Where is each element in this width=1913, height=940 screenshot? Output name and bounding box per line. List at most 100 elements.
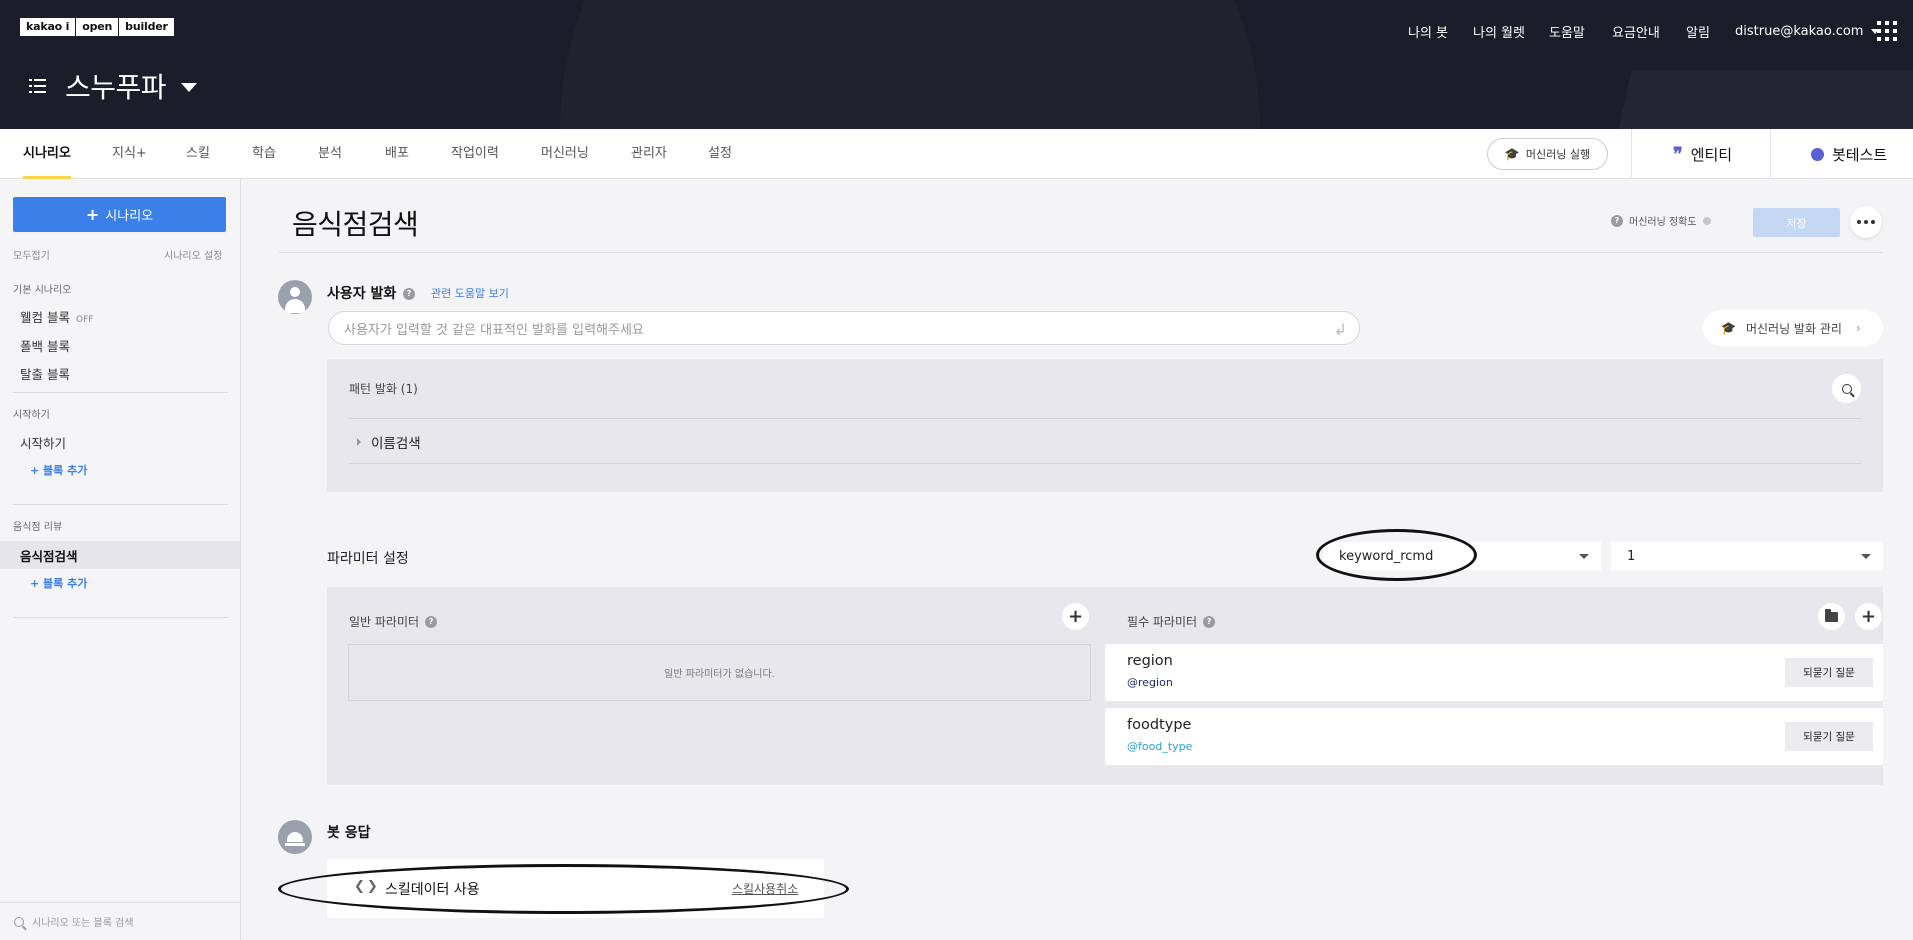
divider: [1631, 129, 1632, 179]
list-menu-icon[interactable]: [29, 79, 46, 93]
tab-admin[interactable]: 관리자: [631, 129, 667, 179]
quote-icon: ❞: [1673, 143, 1683, 165]
plus-icon: +: [1067, 606, 1084, 627]
pattern-utterance-title: 패턴 발화 (1): [349, 382, 418, 396]
tab-scenario[interactable]: 시나리오: [23, 129, 71, 179]
entity-label: 엔티티: [1690, 145, 1733, 164]
graduation-cap-icon: 🎓: [1721, 321, 1736, 335]
block-item-restaurant-search[interactable]: 음식점검색: [20, 546, 78, 565]
apps-grid-icon[interactable]: [1877, 21, 1897, 41]
tab-analytics[interactable]: 분석: [318, 129, 342, 179]
nav-help[interactable]: 도움말: [1549, 21, 1585, 41]
collapse-all-link[interactable]: 모두접기: [13, 247, 50, 262]
tab-knowledge-plus[interactable]: 지식+: [112, 129, 147, 179]
tab-settings[interactable]: 설정: [708, 129, 732, 179]
help-icon[interactable]: ?: [1611, 214, 1623, 227]
scenario-group-title[interactable]: 음식점 리뷰: [13, 518, 62, 533]
utterance-input-placeholder: 사용자가 입력할 것 같은 대표적인 발화를 입력해주세요: [344, 322, 644, 338]
nav-help-label[interactable]: 도움말: [1549, 22, 1585, 41]
load-param-folder-button[interactable]: [1818, 603, 1845, 630]
scenario-group-title[interactable]: 시작하기: [13, 406, 50, 421]
general-param-header: 일반 파라미터 ?: [349, 613, 438, 630]
nav-my-bot[interactable]: 나의 봇: [1408, 21, 1448, 41]
enter-icon[interactable]: ↲: [1334, 320, 1347, 339]
block-title[interactable]: 음식점검색: [292, 203, 419, 243]
tab-training[interactable]: 학습: [252, 129, 276, 179]
bot-test-button[interactable]: 봇테스트: [1811, 129, 1887, 179]
chat-bubble-icon: [1811, 147, 1824, 161]
add-scenario-button[interactable]: + 시나리오: [13, 197, 226, 232]
add-general-param-button[interactable]: +: [1062, 603, 1089, 630]
scenario-sidebar: + 시나리오 모두접기 시나리오 설정 기본 시나리오 웰컴 블록 OFF 폴백 …: [0, 179, 241, 940]
help-icon[interactable]: ?: [403, 288, 415, 300]
divider: [349, 463, 1861, 464]
block-item-exit[interactable]: 탈출 블록: [20, 364, 70, 383]
related-help-link[interactable]: 관련 도움말 보기: [431, 285, 509, 301]
kakao-open-builder-logo[interactable]: kakao i open builder: [20, 18, 174, 36]
general-param-label: 일반 파라미터: [349, 615, 420, 629]
pattern-utterance-text: 이름검색: [371, 436, 421, 452]
bot-switch-caret-icon[interactable]: [181, 83, 197, 92]
ml-run-button[interactable]: 🎓 머신러닝 실행: [1487, 138, 1608, 170]
required-param-label: 필수 파라미터: [1127, 615, 1198, 629]
reask-question-button[interactable]: 되묻기 질문: [1785, 722, 1873, 751]
user-avatar-icon: [278, 280, 312, 314]
nav-my-wallet-label[interactable]: 나의 월렛: [1473, 22, 1525, 41]
nav-pricing-label[interactable]: 요금안내: [1612, 22, 1660, 41]
more-options-button[interactable]: [1850, 206, 1882, 238]
help-icon[interactable]: ?: [425, 615, 438, 628]
required-param-row[interactable]: foodtype @food_type 되묻기 질문: [1105, 708, 1883, 765]
nav-notifications[interactable]: 알림: [1686, 21, 1710, 41]
ml-accuracy-indicator: ? 머신러닝 정확도: [1611, 213, 1711, 228]
tab-deploy[interactable]: 배포: [385, 129, 409, 179]
param-entity: @region: [1127, 676, 1173, 689]
param-settings-title: 파라미터 설정: [327, 551, 409, 567]
block-item-label: 웰컴 블록: [20, 310, 70, 325]
chevron-right-icon: ›: [1855, 321, 1861, 335]
pattern-utterance-item[interactable]: 이름검색: [349, 432, 421, 452]
off-badge: OFF: [75, 315, 94, 325]
nav-my-wallet[interactable]: 나의 월렛: [1473, 21, 1525, 41]
bot-avatar-icon: [278, 820, 312, 854]
header-decoration: [1588, 70, 1913, 129]
nav-pricing[interactable]: 요금안내: [1612, 21, 1660, 41]
user-email[interactable]: distrue@kakao.com: [1735, 24, 1863, 39]
sidebar-search-placeholder: 시나리오 또는 블록 검색: [32, 918, 134, 929]
add-required-param-button[interactable]: +: [1855, 603, 1882, 630]
skill-version-select[interactable]: 1: [1611, 542, 1883, 570]
pattern-search-button[interactable]: [1832, 374, 1861, 403]
plus-icon: +: [1860, 606, 1877, 627]
bot-name[interactable]: 스누푸파: [65, 66, 167, 106]
logo-part: builder: [125, 20, 168, 33]
caret-down-icon: [1861, 554, 1871, 559]
save-button[interactable]: 저장: [1753, 208, 1840, 237]
add-block-link[interactable]: + 블록 추가: [30, 575, 87, 591]
block-item-start[interactable]: 시작하기: [20, 433, 66, 452]
tab-machine-learning[interactable]: 머신러닝: [541, 129, 589, 179]
reask-question-button[interactable]: 되묻기 질문: [1785, 658, 1873, 687]
block-item-welcome[interactable]: 웰컴 블록 OFF: [20, 307, 93, 326]
nav-notifications-label[interactable]: 알림: [1686, 22, 1710, 41]
utterance-input[interactable]: 사용자가 입력할 것 같은 대표적인 발화를 입력해주세요 ↲: [328, 311, 1360, 345]
logo-part: open: [76, 18, 120, 36]
tab-history[interactable]: 작업이력: [451, 129, 499, 179]
divider: [13, 392, 228, 393]
header-decoration: [560, 0, 1260, 129]
scenario-group-title[interactable]: 기본 시나리오: [13, 281, 71, 296]
block-item-fallback[interactable]: 폴백 블록: [20, 336, 70, 355]
required-param-header: 필수 파라미터 ?: [1127, 613, 1216, 630]
top-header: kakao i open builder 나의 봇 나의 월렛 도움말 요금안내…: [0, 0, 1913, 129]
tab-skill[interactable]: 스킬: [186, 129, 210, 179]
add-block-link[interactable]: + 블록 추가: [30, 462, 87, 478]
skill-version-value: 1: [1627, 548, 1636, 564]
sidebar-search[interactable]: 시나리오 또는 블록 검색: [0, 902, 240, 940]
help-icon[interactable]: ?: [1203, 615, 1216, 628]
logo-part: kakao i: [20, 18, 77, 36]
ml-utterance-manage-button[interactable]: 🎓 머신러닝 발화 관리 ›: [1703, 310, 1883, 346]
required-param-row[interactable]: region @region 되묻기 질문: [1105, 644, 1883, 701]
nav-my-bot-label[interactable]: 나의 봇: [1408, 22, 1448, 41]
user-menu[interactable]: distrue@kakao.com: [1735, 21, 1880, 41]
expand-triangle-icon[interactable]: [357, 438, 361, 446]
scenario-settings-link[interactable]: 시나리오 설정: [164, 247, 222, 262]
entity-button[interactable]: ❞ 엔티티: [1673, 129, 1732, 179]
